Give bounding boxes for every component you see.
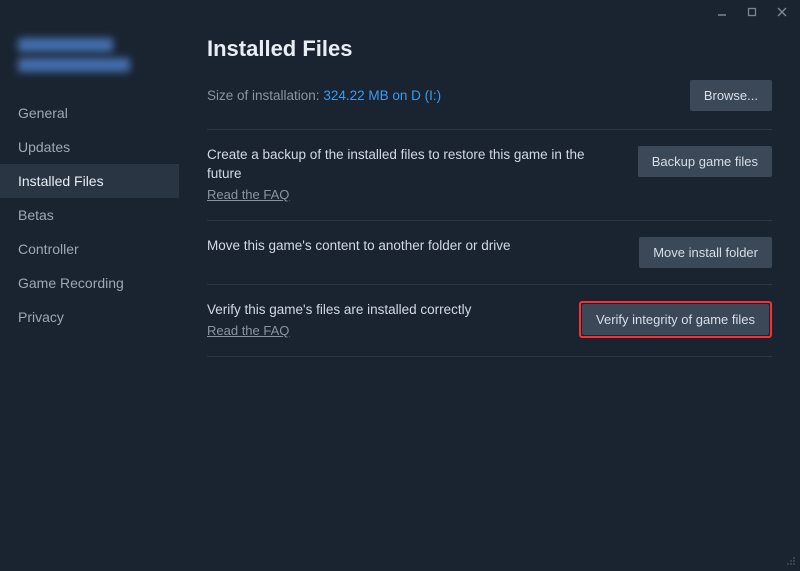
game-title-redacted [0,30,179,96]
sidebar-item-controller[interactable]: Controller [0,232,179,266]
sidebar: General Updates Installed Files Betas Co… [0,24,179,569]
install-size-text: Size of installation: [207,88,323,103]
move-section: Move this game's content to another fold… [207,221,772,285]
resize-grip-icon[interactable] [784,553,796,565]
move-description: Move this game's content to another fold… [207,237,619,256]
sidebar-item-general[interactable]: General [0,96,179,130]
sidebar-item-updates[interactable]: Updates [0,130,179,164]
maximize-button[interactable] [742,2,762,22]
verify-integrity-button[interactable]: Verify integrity of game files [582,304,769,335]
backup-game-files-button[interactable]: Backup game files [638,146,772,177]
backup-faq-link[interactable]: Read the FAQ [207,186,618,204]
backup-text: Create a backup of the installed files t… [207,146,618,204]
backup-section: Create a backup of the installed files t… [207,130,772,221]
verify-text: Verify this game's files are installed c… [207,301,559,340]
verify-section: Verify this game's files are installed c… [207,285,772,357]
sidebar-nav: General Updates Installed Files Betas Co… [0,96,179,334]
content-panel: Installed Files Size of installation: 32… [179,24,800,569]
install-size-row: Size of installation: 324.22 MB on D (I:… [207,80,772,130]
window-titlebar [0,0,800,24]
sidebar-item-betas[interactable]: Betas [0,198,179,232]
verify-description: Verify this game's files are installed c… [207,302,471,317]
verify-faq-link[interactable]: Read the FAQ [207,322,559,340]
install-size-value: 324.22 MB on D (I:) [323,88,441,103]
browse-button[interactable]: Browse... [690,80,772,111]
close-button[interactable] [772,2,792,22]
page-title: Installed Files [207,36,772,62]
main-wrapper: General Updates Installed Files Betas Co… [0,24,800,569]
install-size-label: Size of installation: 324.22 MB on D (I:… [207,88,441,103]
sidebar-item-privacy[interactable]: Privacy [0,300,179,334]
verify-highlight-annotation: Verify integrity of game files [579,301,772,338]
move-install-folder-button[interactable]: Move install folder [639,237,772,268]
sidebar-item-game-recording[interactable]: Game Recording [0,266,179,300]
sidebar-item-installed-files[interactable]: Installed Files [0,164,179,198]
backup-description: Create a backup of the installed files t… [207,147,584,181]
minimize-button[interactable] [712,2,732,22]
